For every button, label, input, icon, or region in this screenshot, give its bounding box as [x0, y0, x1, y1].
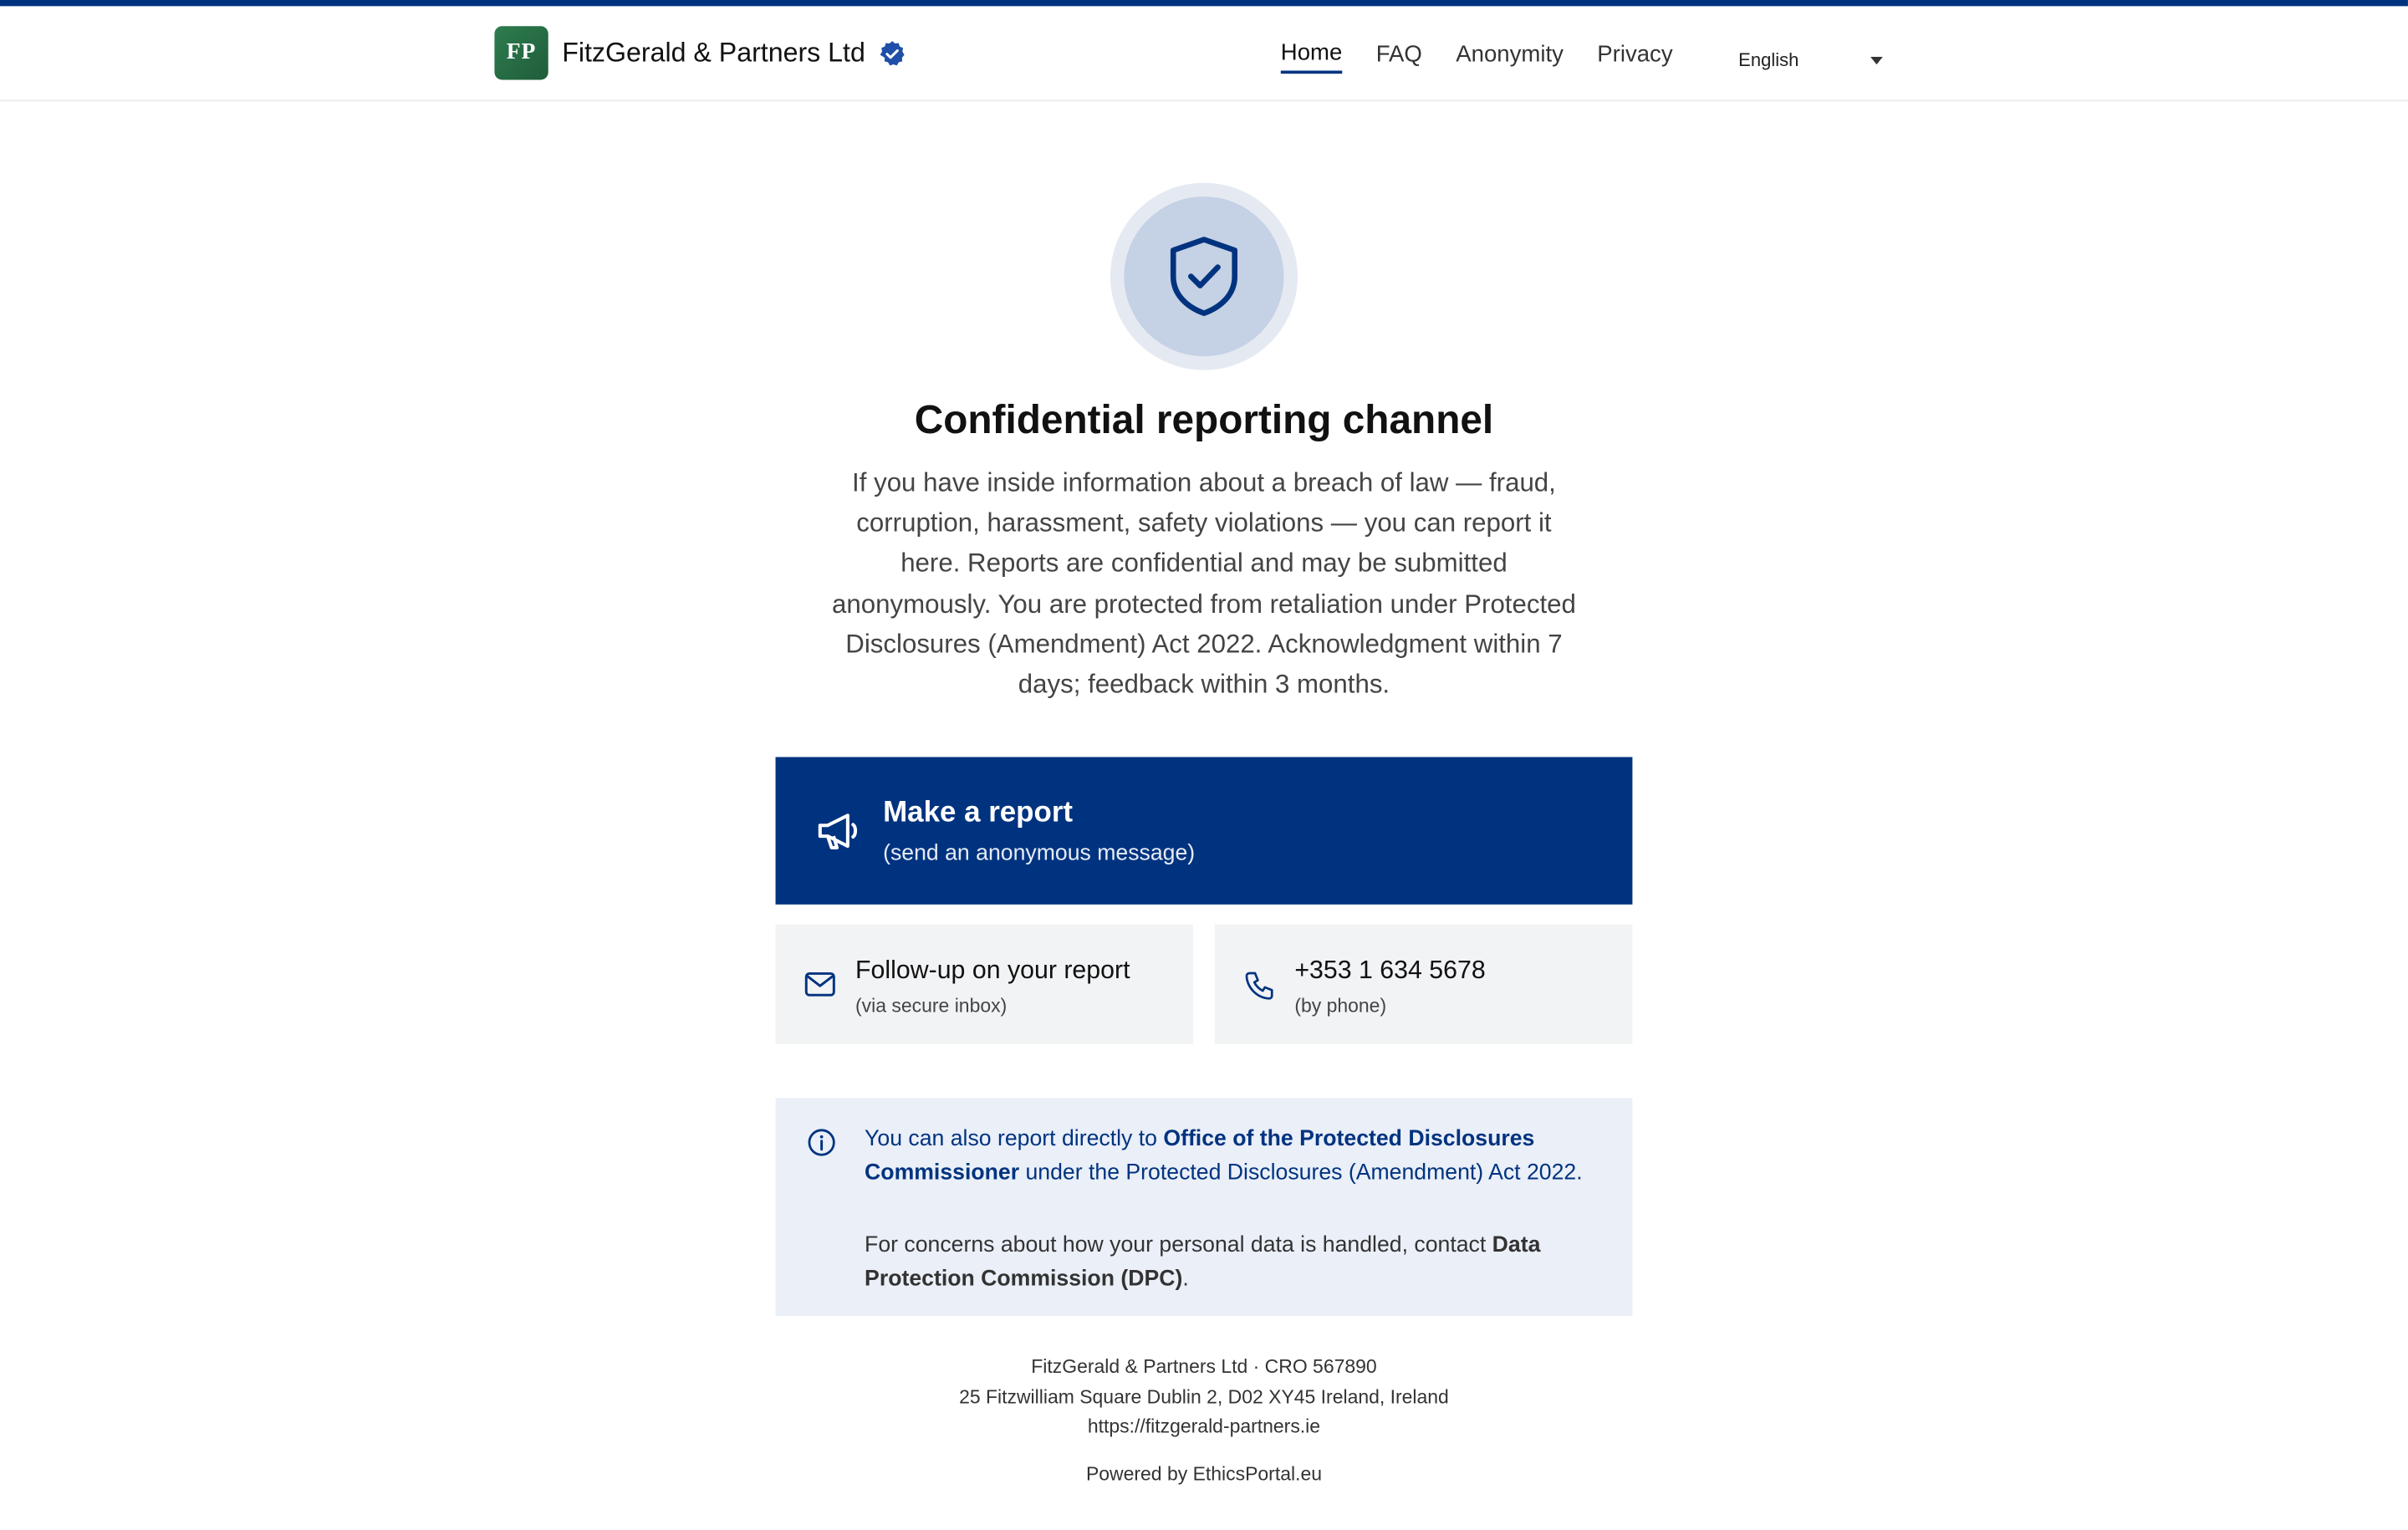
site-header: FP FitzGerald & Partners Ltd Home FAQ An… — [0, 6, 2408, 102]
shield-badge — [1110, 182, 1298, 370]
chevron-down-icon — [1870, 56, 1883, 64]
data-protection-text: For concerns about how your personal dat… — [865, 1232, 1541, 1292]
shield-check-icon — [1170, 237, 1238, 316]
make-report-button[interactable]: Make a report (send an anonymous message… — [775, 757, 1633, 905]
megaphone-icon — [818, 813, 858, 849]
top-accent-bar — [0, 0, 2408, 7]
nav-home[interactable]: Home — [1280, 40, 1343, 74]
phone-report-button[interactable]: +353 1 634 5678 (by phone) — [1214, 924, 1633, 1044]
footer-address: 25 Fitzwilliam Square Dublin 2, D02 XY45… — [959, 1386, 1449, 1409]
language-value: English — [1738, 48, 1799, 71]
follow-up-button[interactable]: Follow-up on your report (via secure inb… — [775, 924, 1194, 1044]
nav-faq[interactable]: FAQ — [1376, 42, 1422, 73]
make-report-subtitle: (send an anonymous message) — [883, 841, 1196, 866]
language-select[interactable]: English — [1738, 48, 1885, 71]
nav-privacy[interactable]: Privacy — [1597, 42, 1672, 73]
follow-up-title: Follow-up on your report — [855, 956, 1130, 985]
envelope-icon — [804, 972, 835, 997]
follow-up-subtitle: (via secure inbox) — [855, 995, 1008, 1017]
verified-badge-icon — [880, 40, 906, 65]
external-authority-text: You can also report directly to Office o… — [865, 1127, 1583, 1186]
powered-by[interactable]: Powered by EthicsPortal.eu — [0, 1463, 2408, 1485]
phone-number: +353 1 634 5678 — [1294, 956, 1486, 985]
nav-anonymity[interactable]: Anonymity — [1456, 42, 1564, 73]
page-title: Confidential reporting channel — [914, 395, 1494, 442]
company-name: FitzGerald & Partners Ltd — [562, 37, 865, 68]
intro-text: If you have inside information about a b… — [832, 468, 1576, 699]
brand[interactable]: FP FitzGerald & Partners Ltd — [494, 26, 906, 80]
footer-company: FitzGerald & Partners Ltd · CRO 567890 — [1031, 1355, 1377, 1378]
phone-icon — [1245, 972, 1273, 1000]
external-reporting-notice: You can also report directly to Office o… — [775, 1098, 1633, 1317]
main-nav: Home FAQ Anonymity Privacy — [1280, 40, 1707, 74]
info-icon — [808, 1129, 835, 1156]
phone-subtitle: (by phone) — [1294, 995, 1387, 1017]
footer-website-link[interactable]: https://fitzgerald-partners.ie — [0, 1415, 2408, 1437]
make-report-title: Make a report — [883, 797, 1074, 829]
company-logo: FP — [494, 26, 548, 80]
